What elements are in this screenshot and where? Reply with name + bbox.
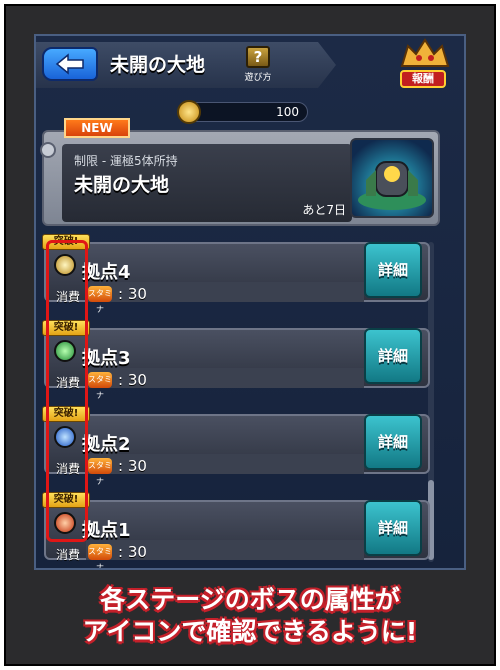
stamina-cost-icon: スタミナ xyxy=(88,372,112,400)
detail-button[interactable]: 詳細 xyxy=(364,414,422,470)
detail-button[interactable]: 詳細 xyxy=(364,242,422,298)
detail-button[interactable]: 詳細 xyxy=(364,328,422,384)
fortress-icon xyxy=(358,161,426,210)
stage-row[interactable]: 突破! 拠点1 消費 スタミナ : 30 詳細 xyxy=(42,492,430,568)
stamina-cost-icon: スタミナ xyxy=(88,458,112,486)
reward-label: 報酬 xyxy=(400,70,446,88)
stamina-bar: 100 xyxy=(177,100,308,124)
cost-value: : 30 xyxy=(118,457,147,475)
highlight-box xyxy=(46,240,88,542)
stamina-value: 100 xyxy=(276,105,299,119)
quest-restriction: 制限 - 運極5体所持 xyxy=(74,154,178,168)
detail-button[interactable]: 詳細 xyxy=(364,500,422,556)
quest-dot-icon xyxy=(40,142,56,158)
help-label: 遊び方 xyxy=(244,73,272,83)
stage-name: 拠点3 xyxy=(82,348,131,369)
caption: 各ステージのボスの属性が アイコンで確認できるように! xyxy=(0,584,500,648)
arrow-left-icon xyxy=(55,53,84,75)
stage-row[interactable]: 突破! 拠点2 消費 スタミナ : 30 詳細 xyxy=(42,406,430,486)
cost-value: : 30 xyxy=(118,371,147,389)
back-button[interactable] xyxy=(42,47,98,81)
quest-screen: 未開の大地 ? 遊び方 報酬 100 NEW 制限 - 運極5体所持 未開の大地… xyxy=(34,34,466,570)
caption-line-1: 各ステージのボスの属性が xyxy=(100,585,400,614)
stage-row[interactable]: 突破! 拠点4 消費 スタミナ : 30 詳細 xyxy=(42,234,430,314)
quest-name: 未開の大地 xyxy=(74,174,170,196)
help-button[interactable]: ? 遊び方 xyxy=(240,46,276,86)
stamina-cost-icon: スタミナ xyxy=(88,544,112,568)
stamina-icon xyxy=(177,100,201,124)
stage-name: 拠点4 xyxy=(82,262,131,283)
quest-info: 制限 - 運極5体所持 未開の大地 あと7日 xyxy=(62,144,352,222)
cost-label: 消費 xyxy=(56,548,81,562)
caption-line-2: アイコンで確認できるように! xyxy=(82,617,418,646)
cost-value: : 30 xyxy=(118,285,147,303)
page-title: 未開の大地 xyxy=(110,54,206,76)
stamina-cost-icon: スタミナ xyxy=(88,286,112,314)
quest-remaining: あと7日 xyxy=(302,203,346,217)
help-icon: ? xyxy=(246,46,270,68)
stage-name: 拠点2 xyxy=(82,434,131,455)
stage-list: 突破! 拠点4 消費 スタミナ : 30 詳細 突破! 拠点3 消費 スタミナ … xyxy=(42,234,434,568)
reward-button[interactable]: 報酬 xyxy=(394,36,458,94)
stage-row[interactable]: 突破! 拠点3 消費 スタミナ : 30 詳細 xyxy=(42,320,430,400)
quest-thumbnail xyxy=(350,138,434,218)
cost-value: : 30 xyxy=(118,543,147,561)
quest-card[interactable]: NEW 制限 - 運極5体所持 未開の大地 あと7日 xyxy=(40,118,440,226)
stage-name: 拠点1 xyxy=(82,520,131,541)
new-badge: NEW xyxy=(64,118,130,138)
